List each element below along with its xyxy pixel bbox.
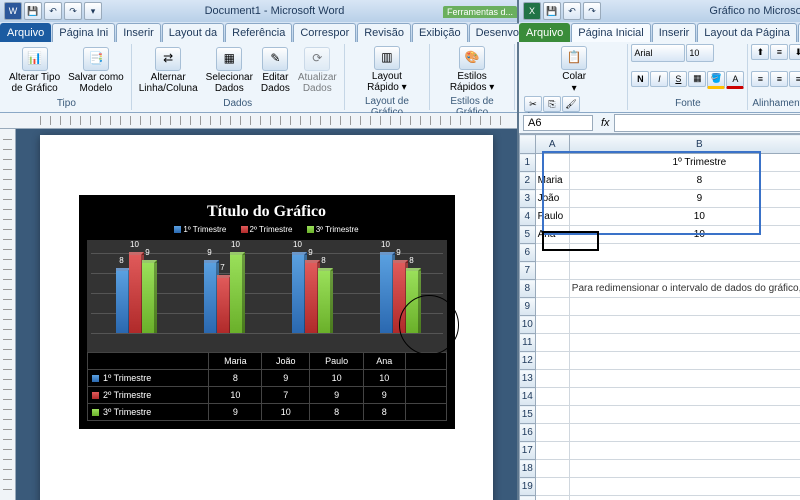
excel-titlebar: X 💾 ↶ ↷ Gráfico no Microsoft Word - M [519,0,800,22]
fx-icon[interactable]: fx [601,117,610,129]
align-group-label: Alinhamento [751,97,800,110]
page-viewport[interactable]: Título do Gráfico 1º Trimestre 2º Trimes… [16,129,517,500]
document-page: Título do Gráfico 1º Trimestre 2º Trimes… [40,135,493,500]
refresh-icon: ⟳ [304,47,330,71]
cut-icon[interactable]: ✂ [524,96,542,112]
font-group-label: Fonte [631,97,744,110]
tab-page-layout[interactable]: Layout da [162,23,224,42]
worksheet[interactable]: ABCDE11º Trimestre2º Trimestre3º Trimest… [519,134,800,500]
paste-button[interactable]: 📋Colar▾ [524,44,624,96]
copy-icon[interactable]: ⎘ [543,96,561,112]
excel-title: Gráfico no Microsoft Word - M [605,5,800,17]
tab-view[interactable]: Exibição [412,23,468,42]
tab-mailings[interactable]: Correspor [293,23,356,42]
excel-tabs: Arquivo Página Inicial Inserir Layout da… [519,22,800,42]
tab-insert[interactable]: Inserir [116,23,161,42]
tab-review[interactable]: Revisão [357,23,411,42]
chart-object[interactable]: Título do Gráfico 1º Trimestre 2º Trimes… [79,195,455,429]
annotation-circle [399,295,459,355]
font-color-button[interactable]: A [726,71,744,89]
select-data-button[interactable]: ▦Selecionar Dados [203,45,256,96]
save-icon[interactable]: 💾 [24,2,42,20]
chart-data-table: MariaJoãoPauloAna 1º Trimestre891010 2º … [87,352,447,421]
bold-button[interactable]: N [631,71,649,87]
group-data-label: Dados [222,97,253,110]
formula-bar: A6 fx [519,113,800,134]
ex-tab-insert[interactable]: Inserir [652,23,697,42]
clipboard-icon: 📋 [561,46,587,70]
quick-styles-button[interactable]: 🎨Estilos Rápidos ▾ [447,44,498,95]
word-ribbon: 📊Alterar Tipo de Gráfico 📑Salvar como Mo… [0,42,517,113]
underline-button[interactable]: S [669,71,687,87]
redo-icon[interactable]: ↷ [64,2,82,20]
fill-color-button[interactable]: 🪣 [707,71,725,89]
chart-legend: 1º Trimestre 2º Trimestre 3º Trimestre [87,225,447,234]
chart-type-icon: 📊 [22,47,48,71]
word-app-icon[interactable]: W [4,2,22,20]
ex-tab-page-layout[interactable]: Layout da Página [697,23,797,42]
align-left-icon[interactable]: ≡ [751,71,769,87]
format-painter-icon[interactable]: 🖌 [562,96,580,112]
excel-ribbon: 📋Colar▾ ✂⎘🖌 Área de Transferência NIS▦🪣A… [519,42,800,113]
template-icon: 📑 [83,47,109,71]
layout-icon: ▥ [374,46,400,70]
align-mid-icon[interactable]: ≡ [770,44,788,60]
ex-tab-home[interactable]: Página Inicial [571,23,650,42]
tab-home[interactable]: Página Ini [52,23,115,42]
name-box[interactable]: A6 [523,115,593,131]
qat-more-icon[interactable]: ▾ [84,2,102,20]
context-tab-title: Ferramentas d... [443,6,517,18]
undo-icon[interactable]: ↶ [563,2,581,20]
align-bot-icon[interactable]: ⬇ [789,44,800,60]
font-name-input[interactable] [631,44,685,62]
formula-input[interactable] [614,114,800,132]
chart-title: Título do Gráfico [87,203,447,221]
edit-data-icon: ✎ [262,47,288,71]
tab-references[interactable]: Referência [225,23,292,42]
tab-file[interactable]: Arquivo [0,23,51,42]
save-icon[interactable]: 💾 [543,2,561,20]
excel-window: X 💾 ↶ ↷ Gráfico no Microsoft Word - M Ar… [519,0,800,500]
refresh-data-button[interactable]: ⟳Atualizar Dados [295,45,340,96]
excel-app-icon[interactable]: X [523,2,541,20]
word-title: Document1 - Microsoft Word [106,5,443,17]
switch-rowcol-button[interactable]: ⇄Alternar Linha/Coluna [136,45,201,96]
border-button[interactable]: ▦ [688,71,706,87]
select-data-icon: ▦ [216,47,242,71]
chart-plot: 8109971010981098 [87,240,447,352]
ex-tab-file[interactable]: Arquivo [519,23,570,42]
horizontal-ruler[interactable] [0,113,517,129]
font-size-input[interactable] [686,44,714,62]
italic-button[interactable]: I [650,71,668,87]
change-chart-type-button[interactable]: 📊Alterar Tipo de Gráfico [6,45,63,96]
word-tabs: Arquivo Página Ini Inserir Layout da Ref… [0,22,517,42]
edit-data-button[interactable]: ✎Editar Dados [258,45,293,96]
redo-icon[interactable]: ↷ [583,2,601,20]
undo-icon[interactable]: ↶ [44,2,62,20]
quick-layout-button[interactable]: ▥Layout Rápido ▾ [364,44,410,95]
align-right-icon[interactable]: ≡ [789,71,800,87]
save-template-button[interactable]: 📑Salvar como Modelo [65,45,127,96]
group-type-label: Tipo [56,97,77,110]
word-titlebar: W 💾 ↶ ↷ ▾ Document1 - Microsoft Word Fer… [0,0,517,22]
styles-icon: 🎨 [459,46,485,70]
word-window: W 💾 ↶ ↷ ▾ Document1 - Microsoft Word Fer… [0,0,519,500]
align-top-icon[interactable]: ⬆ [751,44,769,60]
align-center-icon[interactable]: ≡ [770,71,788,87]
switch-icon: ⇄ [155,47,181,71]
vertical-ruler[interactable] [0,129,16,500]
